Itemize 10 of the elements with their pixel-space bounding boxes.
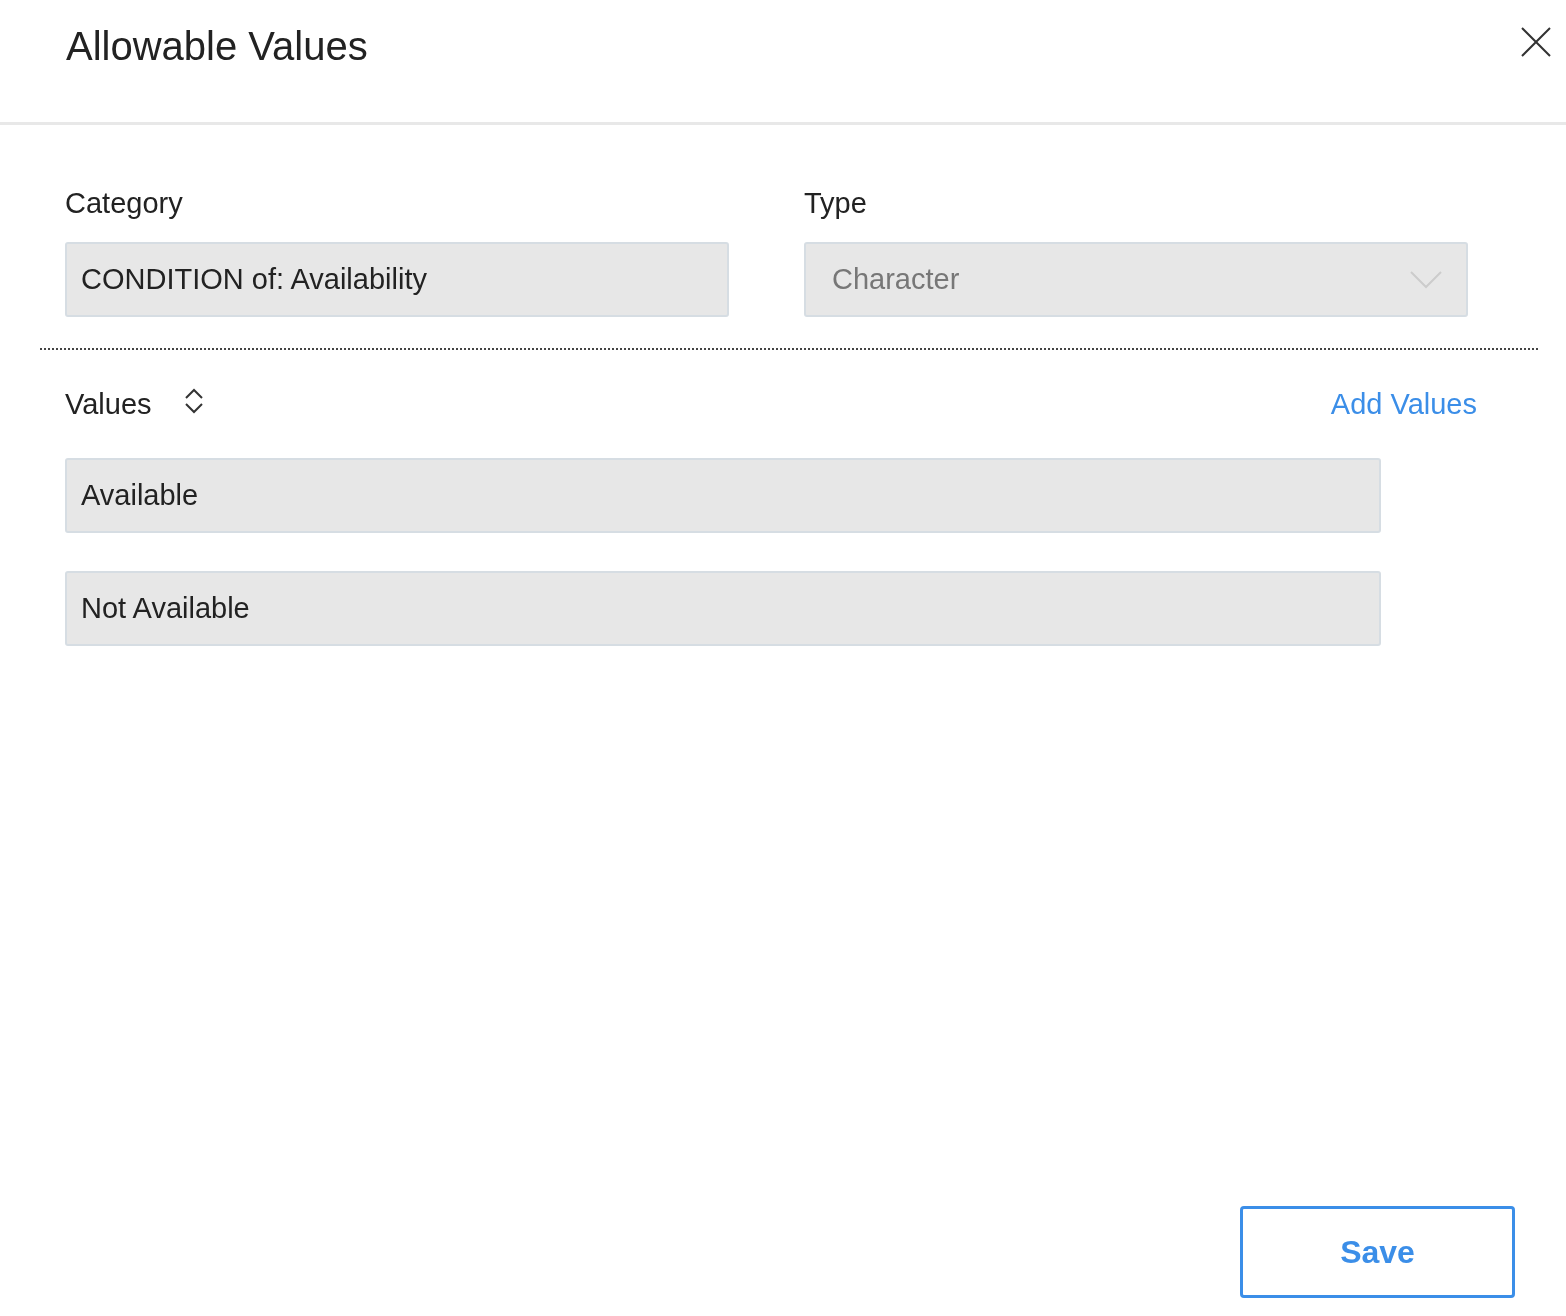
dialog-title: Allowable Values [66, 24, 368, 69]
type-label: Type [804, 187, 867, 220]
chevron-down-icon [1410, 270, 1442, 289]
value-field[interactable]: Available [65, 458, 1381, 533]
value-field[interactable]: Not Available [65, 571, 1381, 646]
category-field[interactable]: CONDITION of: Availability [65, 242, 729, 317]
close-icon[interactable] [1520, 26, 1552, 58]
sort-icon[interactable] [183, 387, 204, 414]
category-label: Category [65, 187, 183, 220]
values-label: Values [65, 388, 152, 421]
